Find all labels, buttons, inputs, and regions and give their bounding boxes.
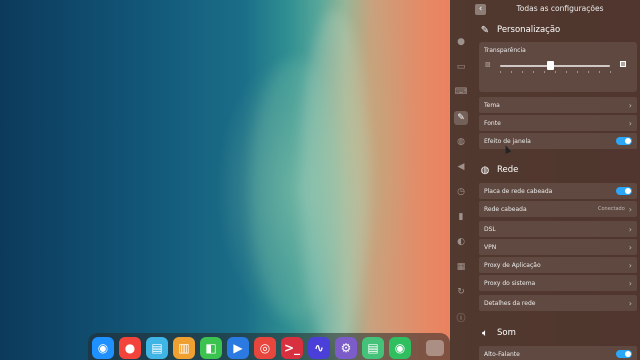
wired-status: Conectado xyxy=(597,206,625,212)
personalization-section-title: ✎ Personalização xyxy=(479,24,560,36)
window-effect-label: Efeito de janela xyxy=(484,137,531,145)
network-details-label: Detalhes da rede xyxy=(484,299,536,307)
system-proxy-label: Proxy do sistema xyxy=(484,279,536,287)
slider-tick xyxy=(610,71,611,73)
wired-network-row[interactable]: Rede cabeada Conectado › xyxy=(479,201,637,217)
network-section-title: ◍ Rede xyxy=(479,164,519,176)
speaker-label: Alto-Falante xyxy=(484,350,520,358)
wired-card-row: Placa de rede cabeada xyxy=(479,183,637,199)
speaker-row: Alto-Falante xyxy=(479,346,637,360)
paintbrush-icon: ✎ xyxy=(480,24,490,36)
dock: ◉ ● ▤ ▥ ◧ ▶ ◎ >_ ∿ ⚙ ▤ ◉ xyxy=(88,333,450,360)
network-icon[interactable]: ◍ xyxy=(455,136,467,148)
personalization-icon[interactable]: ✎ xyxy=(454,111,468,125)
launcher-icon[interactable]: ◉ xyxy=(92,337,114,359)
app-store-icon[interactable]: ▤ xyxy=(146,337,168,359)
transparency-card: Transparência ▨ xyxy=(479,42,637,92)
settings-panel: ‹ Todas as configurações ● ▭ ⌨ ✎ ◍ ◀ ◷ ▮ ◐ ▦ ↻ ⓘ ✎ … xyxy=(450,0,640,360)
speaker-icon: 🔈︎ xyxy=(482,327,488,339)
back-button[interactable]: ‹ xyxy=(475,4,486,15)
settings-icon[interactable]: ⚙ xyxy=(335,337,357,359)
slider-tick xyxy=(533,71,534,73)
network-details-row[interactable]: Detalhes da rede › xyxy=(479,295,637,311)
archive-manager-icon[interactable]: ▥ xyxy=(173,337,195,359)
sound-icon[interactable]: ◀ xyxy=(455,161,467,173)
transparency-high-icon xyxy=(620,61,626,67)
font-row[interactable]: Fonte › xyxy=(479,115,637,131)
sound-section-title: 🔈︎ Som xyxy=(479,327,516,339)
user-icon[interactable]: ● xyxy=(455,36,467,48)
network-icon: ◍ xyxy=(480,164,490,176)
dsl-label: DSL xyxy=(484,225,496,233)
update-icon[interactable]: ↻ xyxy=(455,286,467,298)
settings-content: ✎ Personalização Transparência ▨ Tema › … xyxy=(479,20,637,360)
window-effect-toggle[interactable] xyxy=(616,137,632,145)
media-player-icon[interactable]: ▶ xyxy=(227,337,249,359)
network-title: Rede xyxy=(497,165,519,175)
camera-icon[interactable]: ◉ xyxy=(389,337,411,359)
display-icon[interactable]: ▭ xyxy=(455,61,467,73)
chevron-right-icon: › xyxy=(628,242,632,252)
slider-tick xyxy=(577,71,578,73)
system-proxy-row[interactable]: Proxy do sistema › xyxy=(479,275,637,291)
panel-title: Todas as configurações xyxy=(516,4,604,13)
notes-icon[interactable]: ▤ xyxy=(362,337,384,359)
vpn-row[interactable]: VPN › xyxy=(479,239,637,255)
app-proxy-label: Proxy de Aplicação xyxy=(484,261,541,269)
power-icon[interactable]: ▮ xyxy=(455,211,467,223)
chevron-right-icon: › xyxy=(628,298,632,308)
speaker-toggle[interactable] xyxy=(616,350,632,358)
slider-handle[interactable] xyxy=(546,61,554,70)
app-proxy-row[interactable]: Proxy de Aplicação › xyxy=(479,257,637,273)
theme-label: Tema xyxy=(484,101,500,109)
sound-title: Som xyxy=(497,328,516,338)
font-label: Fonte xyxy=(484,119,501,127)
chevron-right-icon: › xyxy=(628,278,632,288)
chrome-icon[interactable]: ◎ xyxy=(254,337,276,359)
slider-tick xyxy=(555,71,556,73)
chevron-right-icon: › xyxy=(628,204,632,214)
transparency-label: Transparência xyxy=(484,47,526,54)
keyboard-icon[interactable]: ⌨ xyxy=(455,86,468,98)
system-monitor-icon[interactable]: ∿ xyxy=(308,337,330,359)
dsl-row[interactable]: DSL › xyxy=(479,221,637,237)
slider-tick xyxy=(588,71,589,73)
document-viewer-icon[interactable]: ◧ xyxy=(200,337,222,359)
dock-handle-icon[interactable] xyxy=(426,340,444,356)
slider-tick xyxy=(511,71,512,73)
wired-network-label: Rede cabeada xyxy=(484,205,527,213)
chevron-right-icon: › xyxy=(628,224,632,234)
theme-row[interactable]: Tema › xyxy=(479,97,637,113)
chevron-right-icon: › xyxy=(628,100,632,110)
wired-card-label: Placa de rede cabeada xyxy=(484,187,553,195)
transparency-low-icon: ▨ xyxy=(485,61,491,68)
slider-tick xyxy=(566,71,567,73)
panel-header: ‹ Todas as configurações xyxy=(450,0,640,20)
grid-icon[interactable]: ▦ xyxy=(455,261,467,273)
slider-tick xyxy=(500,71,501,73)
time-icon[interactable]: ◷ xyxy=(455,186,467,198)
slider-tick xyxy=(522,71,523,73)
chevron-right-icon: › xyxy=(628,118,632,128)
terminal-icon[interactable]: >_ xyxy=(281,337,303,359)
slider-tick xyxy=(544,71,545,73)
transparency-slider[interactable] xyxy=(500,61,611,73)
screen-recorder-icon[interactable]: ● xyxy=(119,337,141,359)
mouse-icon[interactable]: ◐ xyxy=(455,236,467,248)
personalization-title: Personalização xyxy=(497,25,561,35)
chevron-right-icon: › xyxy=(628,260,632,270)
slider-tick xyxy=(599,71,600,73)
info-icon[interactable]: ⓘ xyxy=(455,311,467,324)
wired-card-toggle[interactable] xyxy=(616,187,632,195)
settings-nav-bar: ● ▭ ⌨ ✎ ◍ ◀ ◷ ▮ ◐ ▦ ↻ ⓘ xyxy=(450,20,472,360)
vpn-label: VPN xyxy=(484,243,497,251)
